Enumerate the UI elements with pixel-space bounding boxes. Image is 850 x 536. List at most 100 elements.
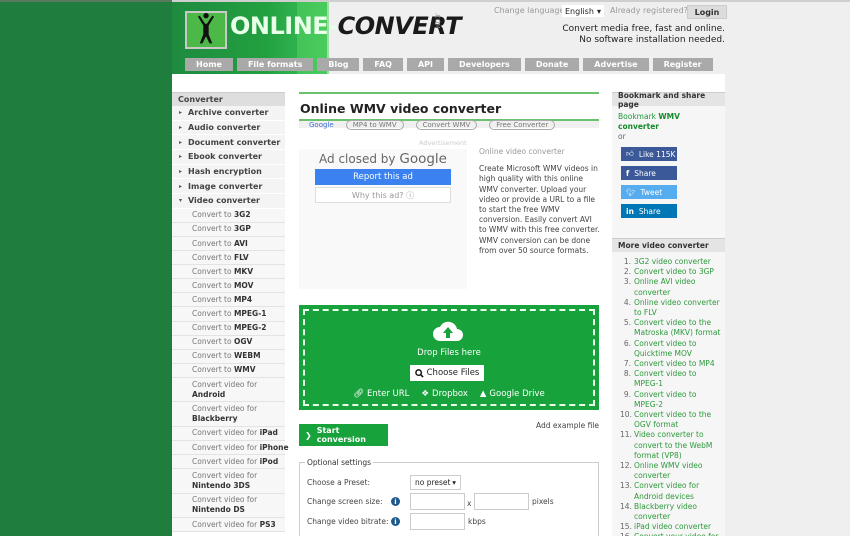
sidebar-video-item[interactable]: Convert to 3GP	[172, 222, 285, 237]
nav-register[interactable]: Register	[652, 58, 713, 71]
sidebar-category[interactable]: ▸ Hash encryption	[172, 165, 285, 180]
facebook-like-button[interactable]: 👍︎ Like 115K	[621, 147, 677, 161]
facebook-share-button[interactable]: f Share	[621, 166, 677, 180]
more-converter-link[interactable]: Video converter to convert to the WebM f…	[634, 430, 721, 461]
sidebar-category[interactable]: ▸ Document converter	[172, 135, 285, 151]
ad-link-pill[interactable]: Free Converter	[489, 119, 556, 130]
bitrate-input[interactable]	[410, 513, 465, 530]
more-converter-link[interactable]: 3G2 video converter	[634, 257, 711, 267]
nav-home[interactable]: Home	[185, 58, 233, 71]
sidebar-video-item[interactable]: Convert video for Android	[172, 377, 285, 403]
video-item-prefix: Convert video for	[192, 495, 258, 505]
more-converter-link[interactable]: Convert video to Quicktime MOV	[634, 339, 721, 359]
sidebar-video-item[interactable]: Convert video for iPad	[172, 426, 285, 442]
why-this-ad-button[interactable]: Why this ad? ⓘ	[315, 187, 451, 203]
login-button[interactable]: Login	[687, 5, 727, 19]
more-converter-link[interactable]: Convert video to the Matroska (MKV) form…	[634, 318, 721, 338]
choose-files-button[interactable]: Choose Files	[410, 365, 484, 381]
more-converter-link[interactable]: Convert video to 3GP	[634, 267, 714, 277]
more-converter-item[interactable]: 5. Convert video to the Matroska (MKV) fo…	[620, 318, 721, 338]
more-converter-link[interactable]: iPad video converter	[634, 522, 711, 532]
sidebar-video-item[interactable]: Convert to MKV	[172, 265, 285, 280]
tweet-button[interactable]: 🐦︎ Tweet	[621, 185, 677, 199]
more-converter-item[interactable]: 3. Online AVI video converter	[620, 277, 721, 297]
sidebar-category[interactable]: ▾ Video converter	[172, 194, 285, 209]
more-converter-link[interactable]: Convert video to MPEG-2	[634, 390, 721, 410]
more-converter-item[interactable]: 13. Convert video for Android devices	[620, 481, 721, 501]
language-select[interactable]: English ▾	[562, 5, 604, 17]
more-converter-item[interactable]: 10. Convert video to the OGV format	[620, 410, 721, 430]
nav-api[interactable]: API	[406, 58, 444, 71]
sidebar-video-item[interactable]: Convert video for Blackberry	[172, 402, 285, 427]
ad-link-pill[interactable]: Convert WMV	[415, 119, 478, 130]
more-converter-item[interactable]: 11. Video converter to convert to the Web…	[620, 430, 721, 461]
sidebar-video-item[interactable]: Convert to MP4	[172, 293, 285, 308]
more-converter-item[interactable]: 16.Convert your video for	[620, 532, 721, 536]
enter-url-link[interactable]: 🔗︎ Enter URL	[353, 389, 409, 399]
google-drive-link[interactable]: ▲ Google Drive	[480, 389, 545, 399]
more-converter-item[interactable]: 15. iPad video converter	[620, 522, 721, 532]
sidebar-video-item[interactable]: Convert video for Nintendo DS	[172, 493, 285, 519]
info-icon[interactable]: i	[391, 517, 400, 526]
preset-select[interactable]: no preset ▾	[410, 475, 461, 490]
bookmark-text: Bookmark WMV converter or	[612, 106, 725, 142]
video-item-prefix: Convert to	[192, 224, 234, 234]
sidebar-video-item[interactable]: Convert to MPEG-2	[172, 321, 285, 336]
more-converter-link[interactable]: Online WMV video converter	[634, 461, 721, 481]
more-converter-item[interactable]: 6. Convert video to Quicktime MOV	[620, 339, 721, 359]
more-converter-item[interactable]: 9. Convert video to MPEG-2	[620, 390, 721, 410]
sidebar-video-item[interactable]: Convert to MPEG-1	[172, 307, 285, 322]
sidebar-video-item[interactable]: Convert video for iPhone	[172, 441, 289, 456]
start-conversion-button[interactable]: ❯ Start conversion	[299, 424, 388, 446]
nav-donate[interactable]: Donate	[524, 58, 580, 71]
more-converter-link[interactable]: Convert your video for	[634, 532, 718, 536]
more-converter-link[interactable]: Convert video for Android devices	[634, 481, 721, 501]
more-converter-item[interactable]: 12. Online WMV video converter	[620, 461, 721, 481]
report-ad-button[interactable]: Report this ad	[315, 169, 451, 185]
nav-faq[interactable]: FAQ	[363, 58, 403, 71]
nav-advertise[interactable]: Advertise	[583, 58, 649, 71]
sidebar-video-item[interactable]: Convert to WEBM	[172, 349, 285, 364]
more-converter-item[interactable]: 7. Convert video to MP4	[620, 359, 721, 369]
more-converter-link[interactable]: Convert video to MP4	[634, 359, 715, 369]
more-converter-item[interactable]: 1. 3G2 video converter	[620, 257, 721, 267]
sidebar-category[interactable]: ▸ Audio converter	[172, 121, 285, 136]
screen-width-input[interactable]	[410, 493, 465, 510]
sidebar-video-item[interactable]: Convert to FLV	[172, 251, 285, 266]
sidebar-category[interactable]: ▸ Image converter	[172, 179, 285, 195]
add-example-file-link[interactable]: Add example file	[536, 421, 599, 430]
logo-figure-icon[interactable]	[185, 11, 227, 49]
file-drop-zone[interactable]: Drop Files here Choose Files 🔗︎ Enter URL…	[299, 305, 599, 410]
more-converter-link[interactable]: Convert video to the OGV format	[634, 410, 721, 430]
more-converter-link[interactable]: Online video converter to FLV	[634, 298, 721, 318]
nav-blog[interactable]: Blog	[317, 58, 360, 71]
sidebar-category[interactable]: ▸ Ebook converter	[172, 150, 285, 165]
bookmark-link[interactable]: Bookmark	[618, 112, 658, 121]
sidebar-video-item[interactable]: Convert to 3G2	[172, 208, 285, 223]
more-converter-item[interactable]: 14. Blackberry video converter	[620, 502, 721, 522]
ad-link-pill[interactable]: MP4 to WMV	[345, 119, 404, 130]
sidebar-video-item[interactable]: Convert video for Nintendo 3DS	[172, 469, 285, 494]
more-converter-item[interactable]: 8. Convert video to MPEG-1	[620, 369, 721, 389]
sidebar-category[interactable]: ▸ Archive converter	[172, 106, 285, 121]
more-converter-link[interactable]: Blackberry video converter	[634, 502, 721, 522]
sidebar-video-item[interactable]: Convert to AVI	[172, 237, 285, 252]
nav-developers[interactable]: Developers	[448, 58, 521, 71]
dropbox-link[interactable]: ❖ Dropbox	[421, 389, 467, 399]
sidebar-video-item[interactable]: Convert to OGV	[172, 335, 285, 350]
video-item-prefix: Convert to	[192, 266, 234, 276]
more-converter-item[interactable]: 4. Online video converter to FLV	[620, 298, 721, 318]
nav-file-formats[interactable]: File formats	[236, 58, 314, 71]
sidebar-video-item[interactable]: Convert video for iPod	[172, 455, 285, 470]
sidebar-video-item[interactable]: Convert to MOV	[172, 279, 285, 294]
sidebar-video-item[interactable]: Convert to WMV	[172, 363, 285, 378]
more-converter-link[interactable]: Convert video to MPEG-1	[634, 369, 721, 389]
linkedin-share-button[interactable]: in Share	[621, 204, 677, 218]
info-icon[interactable]: i	[391, 497, 400, 506]
more-converter-link[interactable]: Online AVI video converter	[634, 277, 721, 297]
video-item-prefix: Convert video for	[192, 442, 260, 452]
logo-text[interactable]: ONLINE-CONVERT	[230, 12, 462, 40]
sidebar-video-item[interactable]: Convert video for PS3	[172, 518, 285, 533]
screen-height-input[interactable]	[474, 493, 529, 510]
more-converter-item[interactable]: 2. Convert video to 3GP	[620, 267, 721, 277]
